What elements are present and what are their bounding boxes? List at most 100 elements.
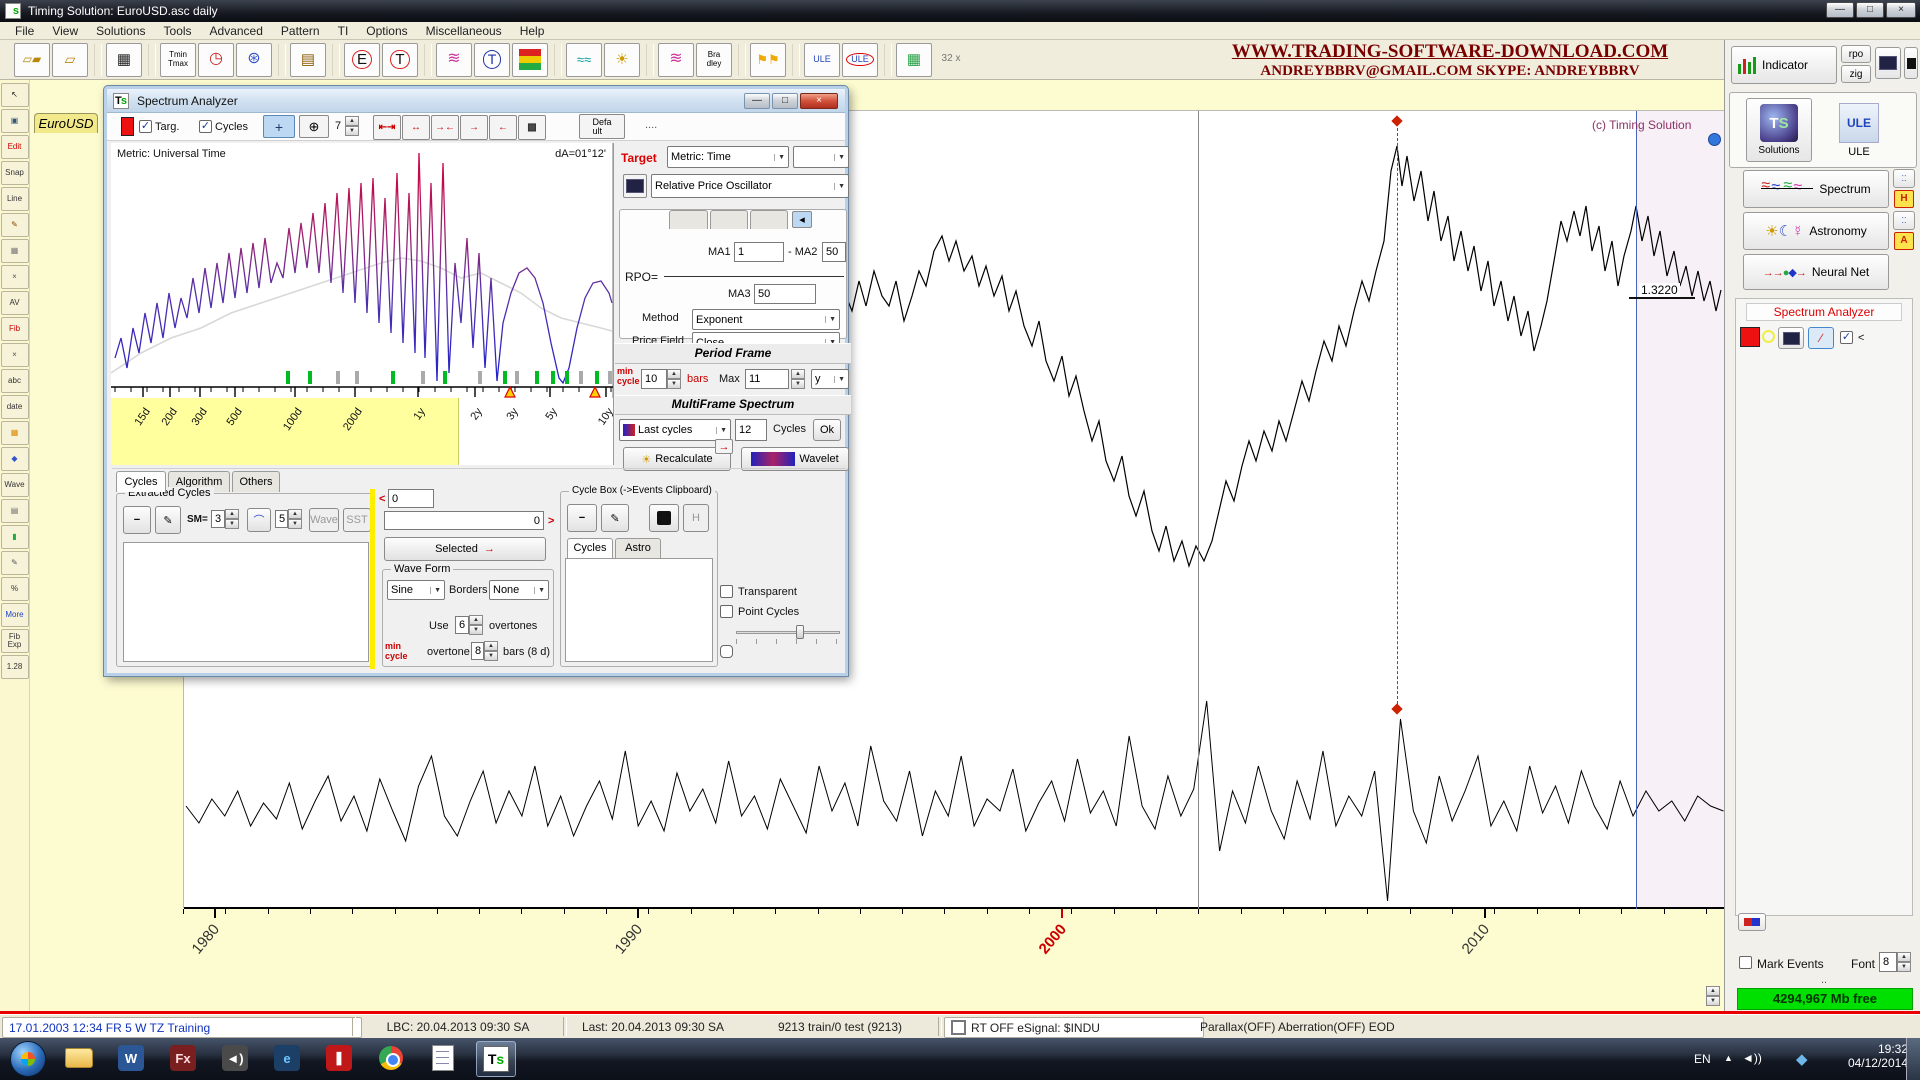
font-up[interactable]: ▲ xyxy=(1897,952,1911,962)
sm-input[interactable]: 3 xyxy=(211,510,225,528)
remove-cycle-button[interactable]: − xyxy=(123,506,151,534)
yellow-splitter[interactable] xyxy=(370,489,375,669)
flags-icon[interactable]: ⚑⚑ xyxy=(750,43,786,77)
pencil-tool[interactable]: ✎ xyxy=(1,213,29,237)
sa-color-swatch[interactable] xyxy=(1740,327,1760,347)
wave-button[interactable]: Wave xyxy=(309,508,339,532)
menu-miscellaneous[interactable]: Miscellaneous xyxy=(417,23,511,39)
ma1-input[interactable]: 1 xyxy=(734,242,784,262)
minimize-button[interactable]: — xyxy=(1826,2,1854,18)
shift-right-icon[interactable]: → xyxy=(460,115,488,140)
max-down[interactable]: ▼ xyxy=(791,379,805,389)
menu-view[interactable]: View xyxy=(43,23,87,39)
tab-others[interactable]: Others xyxy=(232,471,280,492)
zoom-32x-label[interactable]: 32 x xyxy=(934,44,968,76)
ephemeris-icon[interactable]: E xyxy=(344,43,380,77)
crosshair-button[interactable]: + xyxy=(263,115,295,138)
neural-net-button[interactable]: →→●◆→ Neural Net xyxy=(1743,254,1889,290)
borders-combo[interactable]: None▼ xyxy=(489,580,549,600)
cycle-box-erase-button[interactable]: ✎ xyxy=(601,504,629,532)
dialog-title-bar[interactable]: Ts Spectrum Analyzer — □ × xyxy=(107,89,845,113)
date-tool[interactable]: date xyxy=(1,395,29,419)
erase-cycle-button[interactable]: ✎ xyxy=(155,506,181,534)
metric-combo[interactable]: Metric: Time▼ xyxy=(667,146,789,168)
astronomy-button[interactable]: ☀☾☿ Astronomy xyxy=(1743,212,1889,250)
diamond-tool[interactable]: ◆ xyxy=(1,447,29,471)
sm-down[interactable]: ▼ xyxy=(225,519,239,529)
close-button[interactable]: × xyxy=(1886,2,1916,18)
tmin-tmax-icon[interactable]: Tmin Tmax xyxy=(160,43,196,77)
taskbar-notes[interactable] xyxy=(424,1041,462,1075)
menu-file[interactable]: File xyxy=(6,23,43,39)
cycle-slider-thumb[interactable] xyxy=(796,625,804,639)
n5-down[interactable]: ▼ xyxy=(288,519,302,529)
metric-extra-combo[interactable]: ▼ xyxy=(793,146,849,168)
clock[interactable]: 19:3204/12/2014 xyxy=(1838,1042,1908,1070)
pointer-tool[interactable]: ↖ xyxy=(1,83,29,107)
wave-tool[interactable]: Wave xyxy=(1,473,29,497)
extracted-cycles-list[interactable] xyxy=(123,542,369,662)
h-contract-icon[interactable]: →← xyxy=(431,115,459,140)
indicator-window-button[interactable] xyxy=(623,174,647,198)
abc-tool[interactable]: abc xyxy=(1,369,29,393)
sa-mini-palette-button[interactable] xyxy=(1738,913,1766,931)
overtone-input[interactable]: 8 xyxy=(471,642,484,660)
taskbar-ts[interactable]: Ts xyxy=(476,1041,516,1077)
solutions-button[interactable]: TS Solutions xyxy=(1746,98,1812,162)
rpo-tab-3[interactable] xyxy=(750,210,788,229)
last-cycles-combo[interactable]: Last cycles▼ xyxy=(619,419,731,441)
edit-tool[interactable]: Edit xyxy=(1,135,29,159)
line-tool[interactable]: Line xyxy=(1,187,29,211)
min-cycle-down[interactable]: ▼ xyxy=(667,379,681,389)
taskbar-volume[interactable]: ◄) xyxy=(216,1041,254,1075)
h-expand-icon[interactable]: ↔ xyxy=(402,115,430,140)
candle-tool[interactable]: ▮ xyxy=(1,525,29,549)
cycle-box-remove-button[interactable]: − xyxy=(567,504,597,532)
bradley-icon[interactable]: Bra dley xyxy=(696,43,732,77)
sa-line-button[interactable]: ∕ xyxy=(1808,327,1834,349)
spectrum-chart[interactable]: Metric: Universal Time dA=01°12' xyxy=(111,143,613,398)
dialog-close-button[interactable]: × xyxy=(800,93,838,109)
max-unit-combo[interactable]: y▼ xyxy=(811,369,849,389)
chart-info-icon[interactable] xyxy=(1708,133,1721,146)
learning-border-line[interactable] xyxy=(1198,111,1199,909)
menu-options[interactable]: Options xyxy=(357,23,416,39)
indicator-button[interactable]: Indicator xyxy=(1731,46,1837,84)
sine-combo[interactable]: Sine▼ xyxy=(387,580,445,600)
sst-button[interactable]: SST xyxy=(343,508,371,532)
zig-mini-button[interactable]: zig xyxy=(1841,65,1871,83)
spectrum-button[interactable]: ≈ ≈ ≈ ≈ Spectrum xyxy=(1743,170,1889,208)
chart-window-button[interactable] xyxy=(1875,47,1901,79)
max-up[interactable]: ▲ xyxy=(791,369,805,379)
shift-left-icon[interactable]: ← xyxy=(489,115,517,140)
open-storage-icon[interactable]: ▱▰ xyxy=(14,43,50,77)
noise-icon[interactable]: ▩ xyxy=(518,115,546,140)
menu-solutions[interactable]: Solutions xyxy=(87,23,154,39)
grid-orange-tool[interactable]: ▦ xyxy=(1,421,29,445)
save-button[interactable] xyxy=(1904,47,1918,79)
zigzag2-icon[interactable]: ≋ xyxy=(658,43,694,77)
point-cycles-checkbox[interactable] xyxy=(720,605,733,618)
min-cycle-up[interactable]: ▲ xyxy=(667,369,681,379)
sa-chart-button[interactable] xyxy=(1778,327,1804,349)
true-time-icon[interactable]: T xyxy=(474,43,510,77)
font-down[interactable]: ▼ xyxy=(1897,962,1911,972)
dropbox-tray-icon[interactable]: ◆ xyxy=(1796,1050,1808,1068)
percent-tool[interactable]: % xyxy=(1,577,29,601)
slider-option-checkbox[interactable] xyxy=(720,645,733,658)
astronomy-a-cube-button[interactable]: A xyxy=(1894,232,1914,250)
rpo-tab-2[interactable] xyxy=(710,210,748,229)
panel-tool[interactable]: ▣ xyxy=(1,109,29,133)
downloader-icon[interactable]: ▱ xyxy=(52,43,88,77)
grid-tool[interactable]: ▦ xyxy=(1,239,29,263)
cross-tool[interactable]: × xyxy=(1,265,29,289)
maximize-button[interactable]: □ xyxy=(1856,2,1884,18)
volume-icon[interactable]: ◄)) xyxy=(1742,1051,1762,1065)
astronomy-scatter-button[interactable]: ⁚⁚ xyxy=(1893,211,1915,230)
menu-tools[interactable]: Tools xyxy=(155,23,201,39)
av-tool[interactable]: AV xyxy=(1,291,29,315)
show-desktop-button[interactable] xyxy=(1906,1038,1920,1080)
ma3-input[interactable]: 50 xyxy=(754,284,816,304)
language-indicator[interactable]: EN xyxy=(1694,1052,1711,1066)
menu-ti[interactable]: TI xyxy=(329,23,358,39)
